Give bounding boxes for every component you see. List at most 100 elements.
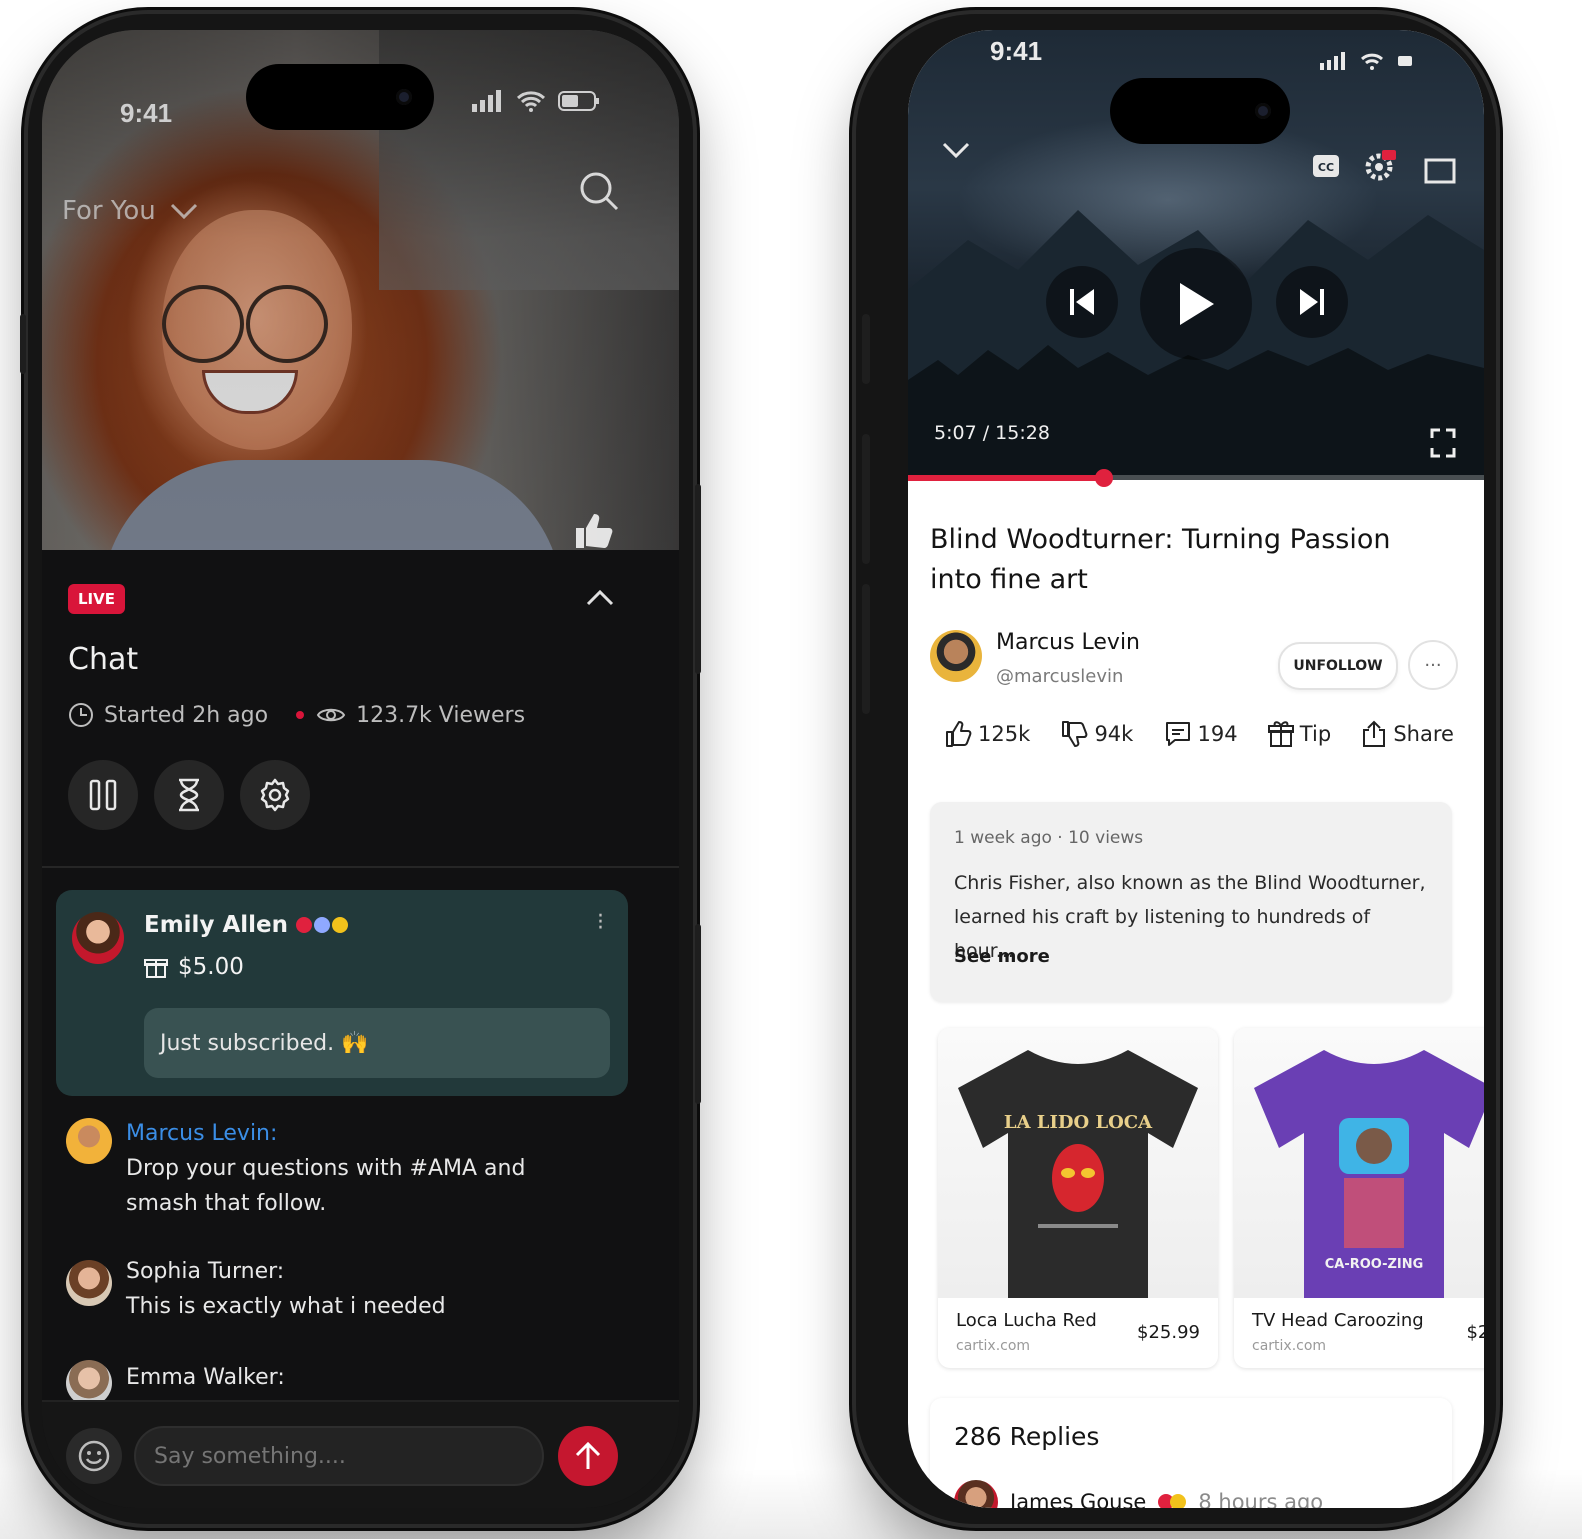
settings-button[interactable] [240, 760, 310, 830]
channel-avatar[interactable] [930, 630, 982, 682]
phone-right: CC 5:07 / 15:28 9:41 Blind Woodturner: T… [856, 14, 1496, 1524]
quality-settings-icon[interactable] [1364, 148, 1398, 182]
timer-button[interactable] [154, 760, 224, 830]
tip-label: Tip [1299, 722, 1332, 746]
channel-name[interactable]: Marcus Levin [996, 630, 1140, 655]
chat-author[interactable]: Marcus Levin: [126, 1116, 525, 1151]
description-card[interactable]: 1 week ago · 10 views Chris Fisher, also… [930, 802, 1452, 1002]
chat-message: Sophia Turner: This is exactly what i ne… [126, 1254, 446, 1324]
product-image: CA-ROO-ZING [1234, 1028, 1484, 1298]
chat-text: smash that follow. [126, 1191, 327, 1216]
play-icon [1180, 283, 1214, 325]
chat-author[interactable]: Sophia Turner: [126, 1254, 446, 1289]
play-button[interactable] [1140, 248, 1252, 360]
stream-meta: Started 2h ago 123.7k Viewers [68, 702, 525, 728]
arrow-up-icon [575, 1441, 601, 1469]
avatar[interactable] [66, 1260, 112, 1306]
phone-left: 9:41 For You LIVE Chat Started 2h ago 12… [20, 14, 701, 1524]
product-name: Loca Lucha Red [956, 1310, 1097, 1331]
time-label: 5:07 / 15:28 [934, 422, 1050, 444]
tip-button[interactable]: Tip [1267, 720, 1332, 748]
progress-fill [908, 475, 1104, 481]
see-more-link[interactable]: See more [954, 946, 1050, 967]
collapse-chevron-icon[interactable] [942, 142, 970, 160]
skip-previous-icon [1070, 289, 1094, 315]
side-button [862, 584, 870, 714]
coin-badge-icon [332, 917, 348, 933]
dislike-count: 94k [1094, 722, 1134, 746]
product-source: cartix.com [956, 1338, 1031, 1354]
product-card[interactable]: CA-ROO-ZING TV Head Caroozing cartix.com… [1234, 1028, 1484, 1368]
coin-badge-icon [1170, 1494, 1187, 1508]
comments-button[interactable]: 194 [1164, 720, 1238, 748]
live-dot [296, 711, 305, 719]
pause-button[interactable] [68, 760, 138, 830]
clock-icon [69, 703, 93, 727]
product-price: $25.9 [1466, 1322, 1484, 1343]
comment-count: 194 [1197, 722, 1238, 746]
chat-message: Marcus Levin: Drop your questions with #… [126, 1116, 525, 1221]
progress-bar[interactable] [908, 469, 1484, 487]
side-button [695, 924, 701, 1104]
chevron-up-icon[interactable] [586, 588, 614, 606]
tip-highlight-card[interactable]: Emily Allen $5.00 Just subscribed. 🙌 · · · [56, 890, 628, 1096]
feed-selector-label: For You [62, 196, 156, 226]
dislike-button[interactable]: 94k [1060, 720, 1133, 748]
chat-author[interactable]: Emma Walker: [126, 1360, 285, 1395]
highlight-message: Just subscribed. 🙌 [144, 1008, 610, 1078]
chat-message: Emma Walker: [126, 1360, 285, 1395]
product-card[interactable]: LA LIDO LOCA Loca Lucha Red cartix.com $… [938, 1028, 1218, 1368]
replies-card[interactable]: 286 Replies James Gouse 8 hours ago [930, 1398, 1452, 1508]
chevron-down-icon [170, 203, 197, 219]
gift-icon [1267, 721, 1294, 747]
video-detail-screen: CC 5:07 / 15:28 9:41 Blind Woodturner: T… [908, 30, 1484, 1508]
shirt-print-text: LA LIDO LOCA [1004, 1112, 1153, 1133]
avatar[interactable] [66, 1118, 112, 1164]
cast-icon[interactable] [1424, 158, 1456, 184]
smiley-icon [78, 1440, 110, 1472]
feed-selector[interactable]: For You [62, 196, 198, 226]
status-icons [472, 90, 600, 112]
side-button [862, 314, 870, 384]
avatar[interactable] [72, 912, 124, 964]
battery-icon [1398, 56, 1412, 66]
kebab-menu-icon[interactable]: · · · [597, 906, 604, 940]
like-button[interactable]: 125k [944, 720, 1030, 748]
status-time: 9:41 [990, 36, 1043, 66]
side-button [695, 484, 701, 674]
share-label: Share [1393, 722, 1454, 746]
search-icon[interactable] [578, 170, 620, 212]
send-button[interactable] [558, 1426, 618, 1486]
wifi-icon [516, 91, 546, 112]
highlight-name-row: Emily Allen [144, 912, 348, 938]
started-label: Started 2h ago [104, 702, 269, 728]
verified-badge-icon [296, 917, 312, 933]
next-button[interactable] [1276, 266, 1348, 338]
fullscreen-icon[interactable] [1430, 428, 1456, 458]
progress-knob[interactable] [1094, 469, 1113, 487]
hourglass-icon [179, 778, 199, 812]
highlight-amount: $5.00 [178, 954, 244, 980]
pause-icon [89, 779, 117, 811]
channel-handle: @marcuslevin [996, 666, 1124, 687]
reply-author[interactable]: James Gouse [1010, 1490, 1146, 1508]
avatar[interactable] [954, 1480, 998, 1508]
battery-icon [558, 91, 599, 111]
emoji-button[interactable] [66, 1428, 122, 1484]
like-count: 125k [978, 722, 1031, 746]
highlight-name: Emily Allen [144, 912, 288, 938]
pin-badge-icon [314, 917, 330, 933]
thumbs-down-icon [1062, 721, 1088, 747]
captions-icon[interactable]: CC [1312, 154, 1340, 178]
share-button[interactable]: Share [1361, 720, 1454, 748]
dynamic-island [1110, 78, 1290, 144]
thumbs-up-icon[interactable] [572, 510, 616, 550]
unfollow-button[interactable]: UNFOLLOW [1278, 642, 1398, 690]
previous-button[interactable] [1046, 266, 1118, 338]
replies-count: 286 Replies [954, 1422, 1100, 1451]
panel-title: Chat [68, 642, 139, 677]
more-options-button[interactable]: ··· [1408, 640, 1458, 690]
eye-icon [316, 708, 346, 722]
chat-input[interactable] [134, 1426, 544, 1486]
side-button [20, 314, 26, 374]
